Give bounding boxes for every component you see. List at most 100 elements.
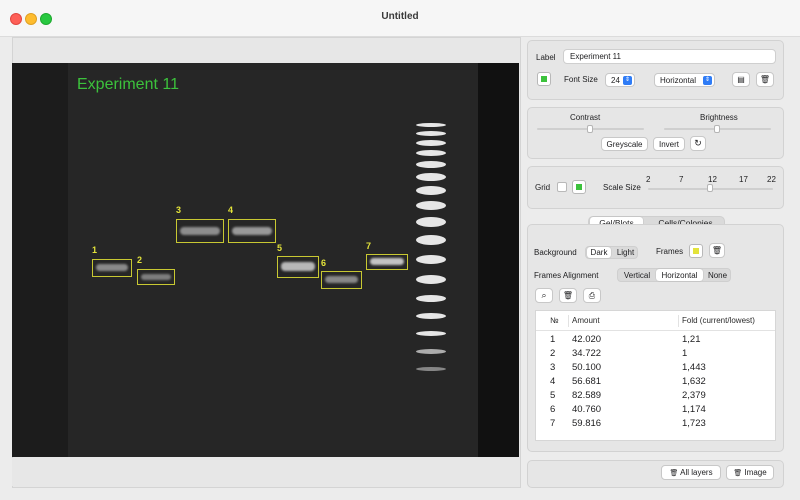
alignment-none-option[interactable]: None [704,269,731,281]
font-size-popup[interactable]: 24 ⇕ [605,73,635,87]
reset-icon: ↻ [694,138,702,148]
delete-all-layers-button[interactable]: 🗑 All layers [661,465,721,480]
band-number-6: 6 [321,258,327,268]
dna-ladder [416,123,446,373]
grid-color-fill [576,184,582,190]
gel-label-text[interactable]: Experiment 11 [77,76,179,94]
trash-icon: 🗑 [669,470,679,477]
column-divider [568,315,569,327]
gel-image[interactable]: Experiment 11 1 2 3 4 5 6 7 [12,63,519,457]
contrast-slider-knob[interactable] [587,125,593,133]
band-number-1: 1 [92,245,98,255]
label-color-fill [541,76,547,82]
brightness-slider-knob[interactable] [714,125,720,133]
label-color-well[interactable] [537,72,551,86]
image-pane-footer [12,458,519,486]
row-fold: 1,443 [682,362,706,373]
scale-tick-12: 12 [708,175,717,184]
row-amount: 82.589 [572,390,602,401]
row-fold: 1,723 [682,418,706,429]
row-fold: 2,379 [682,390,706,401]
trash-icon: 🗑 [759,75,771,84]
delete-label-button[interactable]: 🗑 [756,72,774,87]
band-frame-5[interactable] [277,256,319,278]
results-table: № Amount Fold (current/lowest) 1 42.020 1,… [535,310,776,441]
table-row[interactable]: 4 56.681 1,632 [536,376,775,390]
band-frame-6[interactable] [321,271,362,289]
frames-alignment-caption: Frames Alignment [534,271,599,280]
band-frame-3[interactable] [176,219,224,243]
table-row[interactable]: 7 59.816 1,723 [536,418,775,432]
chevron-updown-icon: ⇕ [623,76,632,85]
row-number: 7 [550,418,556,429]
image-label: Image [744,468,767,477]
search-button[interactable]: ⌕ [535,288,553,303]
table-row[interactable]: 1 42.020 1,21 [536,334,775,348]
column-header-fold: Fold (current/lowest) [682,316,755,325]
alignment-horizontal-option[interactable]: Horizontal [656,269,703,281]
label-caption: Label [536,53,556,62]
band-number-4: 4 [228,205,234,215]
row-fold: 1 [682,348,688,359]
label-input[interactable]: Experiment 11 [563,49,776,64]
header-divider [536,330,775,331]
title-bar: Untitled [0,0,800,37]
background-segmented: Dark Light [585,246,638,259]
band-frame-2[interactable] [137,269,175,285]
row-amount: 50.100 [572,362,602,373]
chevron-updown-icon: ⇕ [703,76,712,85]
band-frame-1[interactable] [92,259,132,277]
background-dark-option[interactable]: Dark [587,247,611,258]
table-row[interactable]: 3 50.100 1,443 [536,362,775,376]
column-header-number: № [550,316,559,325]
scale-tick-2: 2 [646,175,651,184]
scale-slider-knob[interactable] [707,184,713,192]
orientation-popup[interactable]: Horizontal ⇕ [654,73,715,87]
reset-adjust-button[interactable]: ↻ [690,136,706,151]
trash-icon: 🗑 [711,246,723,255]
grid-checkbox[interactable] [557,182,567,192]
grid-color-well[interactable] [572,180,586,194]
band-frame-7[interactable] [366,254,408,270]
frames-caption: Frames [656,247,684,256]
invert-button[interactable]: Invert [653,137,685,151]
row-number: 1 [550,334,556,345]
trash-icon: 🗑 [562,291,574,300]
band-number-3: 3 [176,205,182,215]
row-amount: 40.760 [572,404,602,415]
table-row[interactable]: 2 34.722 1 [536,348,775,362]
background-caption: Background [534,248,577,257]
gel-right-dark-band [478,63,519,457]
table-row[interactable]: 5 82.589 2,379 [536,390,775,404]
greyscale-button[interactable]: Greyscale [601,137,648,151]
label-layout-button[interactable]: ▤ [732,72,750,87]
band-frame-4[interactable] [228,219,276,243]
window-title: Untitled [381,11,419,22]
grid-caption: Grid [535,183,551,192]
scale-tick-17: 17 [739,175,748,184]
row-number: 6 [550,404,556,415]
brightness-caption: Brightness [700,113,738,122]
orientation-value: Horizontal [660,76,697,85]
print-button[interactable]: ⎙ [583,288,601,303]
row-number: 4 [550,376,556,387]
delete-results-button[interactable]: 🗑 [559,288,577,303]
row-number: 2 [550,348,556,359]
adjust-panel [527,107,784,159]
contrast-caption: Contrast [570,113,601,122]
row-fold: 1,21 [682,334,701,345]
alignment-vertical-option[interactable]: Vertical [619,269,655,281]
band-number-7: 7 [366,241,372,251]
band-number-2: 2 [137,255,143,265]
delete-frames-button[interactable]: 🗑 [709,243,725,258]
background-light-option[interactable]: Light [613,247,638,258]
table-row[interactable]: 6 40.760 1,174 [536,404,775,418]
scale-size-caption: Scale Size [603,183,641,192]
trash-icon: 🗑 [733,470,743,477]
row-amount: 34.722 [572,348,602,359]
delete-image-button[interactable]: 🗑 Image [726,465,774,480]
all-layers-label: All layers [680,468,713,477]
column-header-amount: Amount [572,316,600,325]
scale-tick-22: 22 [767,175,776,184]
frames-color-well[interactable] [689,244,703,258]
